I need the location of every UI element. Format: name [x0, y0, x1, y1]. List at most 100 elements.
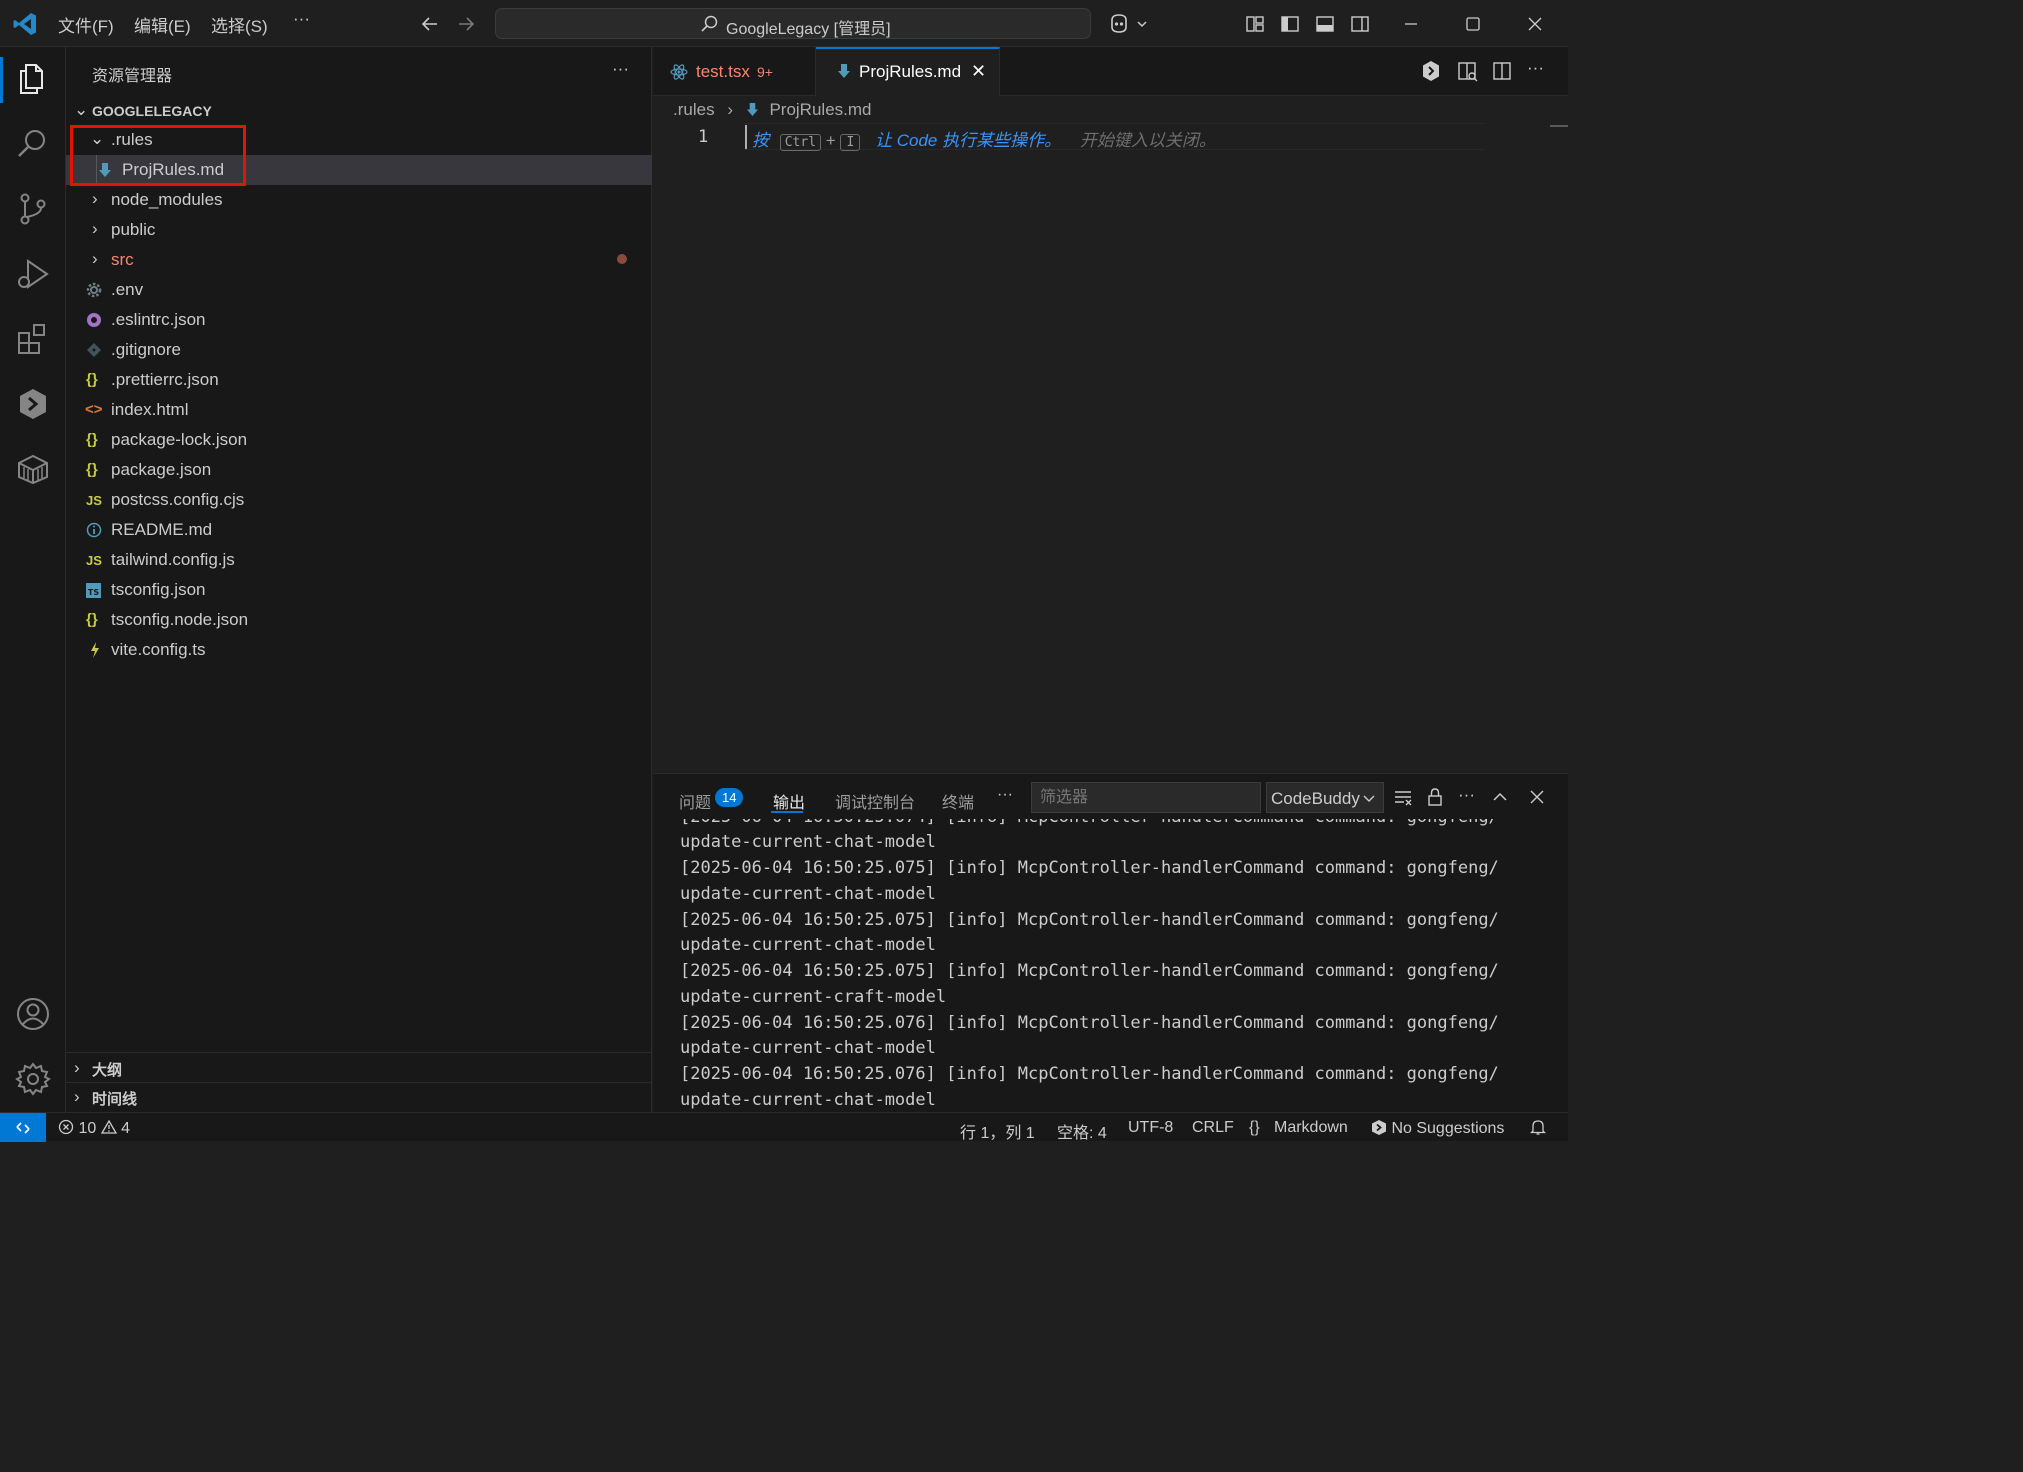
- menu-more[interactable]: ···: [293, 9, 310, 29]
- breadcrumb: .rules › ProjRules.md: [673, 100, 872, 120]
- cursor-position[interactable]: 行 1，列 1: [960, 1119, 1035, 1143]
- search-view-icon[interactable]: [14, 125, 52, 163]
- extensions-icon[interactable]: [14, 320, 52, 358]
- menu-edit[interactable]: 编辑(E): [134, 12, 191, 37]
- end-of-line[interactable]: CRLF: [1192, 1119, 1234, 1137]
- active-tab-underline: [771, 811, 803, 813]
- tree-item-src[interactable]: › src: [66, 245, 652, 275]
- tree-item-env[interactable]: .env: [66, 275, 652, 305]
- react-file-icon: [670, 64, 688, 80]
- toggle-panel-icon[interactable]: [1315, 14, 1335, 34]
- open-preview-icon[interactable]: [1457, 61, 1479, 83]
- panel-more-actions-icon[interactable]: ···: [1458, 785, 1475, 805]
- editor-more-icon[interactable]: ···: [1527, 58, 1544, 78]
- output-line: update-current-chat-model: [680, 1090, 936, 1110]
- settings-file-icon: [86, 282, 102, 298]
- encoding[interactable]: UTF-8: [1128, 1119, 1173, 1137]
- tree-item-tsconfig[interactable]: TS tsconfig.json: [66, 575, 652, 605]
- output-line: [2025-06-04 16:50:25.076] [info] McpCont…: [680, 1064, 1499, 1084]
- text-cursor: [745, 125, 747, 149]
- source-control-icon[interactable]: [14, 190, 52, 228]
- codebuddy-status[interactable]: No Suggestions: [1371, 1119, 1504, 1138]
- menu-selection[interactable]: 选择(S): [211, 12, 268, 37]
- problems-status[interactable]: 10 4: [58, 1119, 130, 1138]
- tab-debug-console[interactable]: 调试控制台: [835, 789, 915, 813]
- panel-more-tabs[interactable]: ···: [997, 786, 1013, 804]
- tree-item-vite-config[interactable]: vite.config.ts: [66, 635, 652, 665]
- output-line: update-current-chat-model: [680, 1038, 936, 1058]
- maximize-icon[interactable]: [1463, 14, 1483, 34]
- breadcrumb-file[interactable]: ProjRules.md: [769, 100, 871, 119]
- tab-test-tsx[interactable]: test.tsx 9+: [653, 47, 816, 96]
- clear-output-icon[interactable]: [1393, 788, 1413, 808]
- workspace-root[interactable]: ⌄ GOOGLELEGACY: [66, 96, 652, 126]
- chevron-right-icon: ›: [92, 189, 98, 208]
- menu-file[interactable]: 文件(F): [58, 12, 114, 37]
- copilot-icon[interactable]: [1108, 12, 1150, 36]
- workspace-root-label: GOOGLELEGACY: [92, 103, 212, 119]
- close-window-icon[interactable]: [1525, 14, 1545, 34]
- inline-chat-hint: 按 Ctrl + I 让 Code 执行某些操作。 开始键入以关闭。: [752, 126, 1216, 151]
- output-line: [2025-06-04 16:50:25.076] [info] McpCont…: [680, 1013, 1499, 1033]
- settings-gear-icon[interactable]: [14, 1060, 52, 1098]
- tree-item-package-lock[interactable]: {} package-lock.json: [66, 425, 652, 455]
- forward-arrow-icon[interactable]: [456, 14, 476, 34]
- maximize-panel-icon[interactable]: [1491, 789, 1509, 805]
- editor-area[interactable]: .rules › ProjRules.md 1 按 Ctrl + I 让 Cod…: [653, 96, 1568, 773]
- back-arrow-icon[interactable]: [420, 14, 440, 34]
- output-filter-input[interactable]: [1031, 782, 1261, 813]
- lock-scroll-icon[interactable]: [1426, 787, 1444, 807]
- language-braces-icon: {}: [1249, 1119, 1260, 1136]
- language-mode[interactable]: Markdown: [1274, 1119, 1348, 1137]
- tree-item-package-json[interactable]: {} package.json: [66, 455, 652, 485]
- tree-item-label: package-lock.json: [111, 430, 248, 449]
- tab-projrules-md[interactable]: ProjRules.md ✕: [816, 47, 1000, 97]
- output-line: update-current-chat-model: [680, 935, 936, 955]
- toggle-primary-sidebar-icon[interactable]: [1280, 14, 1300, 34]
- tree-item-tsconfig-node[interactable]: {} tsconfig.node.json: [66, 605, 652, 635]
- tree-item-postcss[interactable]: JS postcss.config.cjs: [66, 485, 652, 515]
- tree-item-eslintrc[interactable]: .eslintrc.json: [66, 305, 652, 335]
- timeline-section[interactable]: › 时间线: [66, 1083, 652, 1113]
- tree-item-label: postcss.config.cjs: [111, 490, 245, 509]
- command-center[interactable]: GoogleLegacy [管理员]: [495, 8, 1091, 39]
- split-editor-icon[interactable]: [1492, 61, 1512, 81]
- tree-item-public[interactable]: › public: [66, 215, 652, 245]
- output-content[interactable]: [2025-06-04 16:50:25.074] [info] McpCont…: [653, 819, 1568, 1113]
- customize-layout-icon[interactable]: [1245, 14, 1265, 34]
- search-icon: [701, 15, 718, 32]
- tab-terminal[interactable]: 终端: [942, 789, 974, 813]
- close-panel-icon[interactable]: [1529, 789, 1545, 805]
- output-channel-select[interactable]: CodeBuddy: [1266, 782, 1384, 813]
- tree-item-prettierrc[interactable]: {} .prettierrc.json: [66, 365, 652, 395]
- tree-item-gitignore[interactable]: .gitignore: [66, 335, 652, 365]
- explorer-icon[interactable]: [14, 60, 52, 98]
- chevron-down-icon: [1363, 795, 1375, 802]
- json-file-icon: {}: [86, 371, 98, 388]
- outline-section[interactable]: › 大纲: [66, 1054, 652, 1084]
- output-line: update-current-chat-model: [680, 884, 936, 904]
- accounts-icon[interactable]: [14, 995, 52, 1033]
- sidebar-more-button[interactable]: ···: [612, 59, 629, 79]
- html-file-icon: <>: [85, 401, 103, 418]
- codebuddy-icon[interactable]: [14, 385, 52, 423]
- notifications-bell-icon[interactable]: [1530, 1119, 1546, 1136]
- breadcrumb-folder[interactable]: .rules: [673, 100, 715, 119]
- tree-item-tailwind[interactable]: JS tailwind.config.js: [66, 545, 652, 575]
- chevron-right-icon: ›: [92, 219, 98, 238]
- indentation[interactable]: 空格: 4: [1057, 1119, 1107, 1143]
- remote-explorer-icon[interactable]: [14, 450, 52, 488]
- close-tab-icon[interactable]: ✕: [971, 61, 986, 82]
- output-line: update-current-chat-model: [680, 832, 936, 852]
- json-file-icon: {}: [86, 431, 98, 448]
- toggle-secondary-sidebar-icon[interactable]: [1350, 14, 1370, 34]
- remote-indicator[interactable]: [0, 1113, 46, 1142]
- tree-item-node-modules[interactable]: › node_modules: [66, 185, 652, 215]
- codebuddy-action-icon[interactable]: [1421, 60, 1441, 82]
- minimize-icon[interactable]: [1401, 14, 1421, 34]
- tab-output[interactable]: 输出: [773, 789, 805, 813]
- tree-item-readme[interactable]: README.md: [66, 515, 652, 545]
- tree-item-index-html[interactable]: <> index.html: [66, 395, 652, 425]
- run-debug-icon[interactable]: [14, 255, 52, 293]
- tab-problems[interactable]: 问题: [679, 789, 711, 813]
